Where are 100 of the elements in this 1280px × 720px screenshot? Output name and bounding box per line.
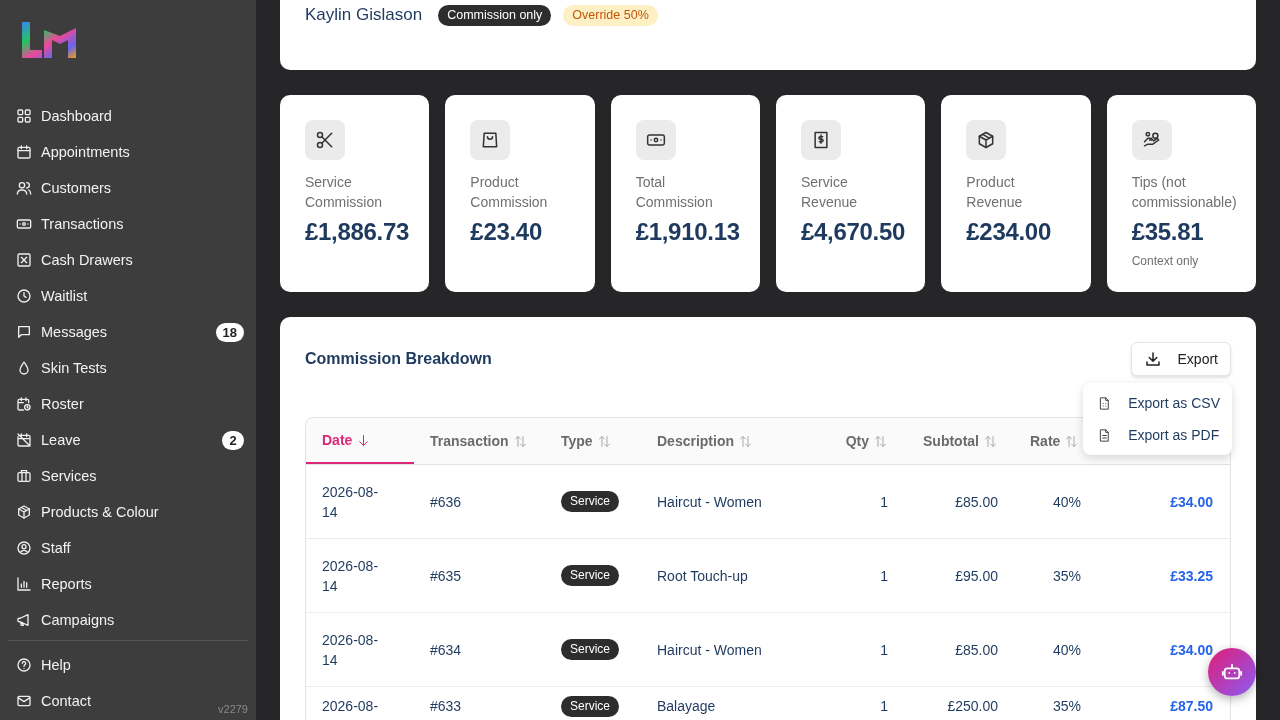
table-cell-text: 2026-08-14 xyxy=(322,630,380,670)
stat-value: £1,910.13 xyxy=(635,218,740,246)
bar-chart-icon xyxy=(16,576,32,592)
table-cell-text: 35% xyxy=(1052,697,1081,716)
nav-item[interactable]: Transactions xyxy=(8,206,248,242)
nav-item[interactable]: Dashboard xyxy=(8,98,248,134)
column-header[interactable]: Qty xyxy=(821,418,904,464)
table-cell-text: £85.00 xyxy=(955,492,998,512)
cross-box-icon xyxy=(16,252,32,268)
speech-bubble-icon xyxy=(16,324,32,340)
table-cell-text: #635 xyxy=(430,566,462,586)
person-circle-icon xyxy=(16,540,32,556)
briefcase-icon xyxy=(16,468,32,484)
clock-icon xyxy=(16,288,32,304)
table-cell-text: 1 xyxy=(880,492,888,512)
stat-value: £4,670.50 xyxy=(801,218,906,246)
nav-item[interactable]: Customers xyxy=(8,170,248,206)
stat-value: £35.81 xyxy=(1131,218,1204,246)
column-header[interactable]: Description xyxy=(641,418,821,464)
box-icon xyxy=(16,504,32,520)
table-cell-text: 2026-08- xyxy=(322,697,380,716)
nav-item[interactable]: Staff xyxy=(8,530,248,566)
help-icon xyxy=(16,657,32,673)
type-badge: Service xyxy=(561,565,619,586)
receipt-icon xyxy=(811,130,831,150)
staff-name: Kaylin Gislason xyxy=(305,5,423,25)
stat-value: £234.00 xyxy=(966,218,1051,246)
table-cell-text: #633 xyxy=(430,697,462,716)
grid-icon xyxy=(16,108,32,124)
count-badge: 2 xyxy=(222,430,244,450)
table-cell-text: Root Touch-up xyxy=(657,566,748,586)
megaphone-icon xyxy=(16,612,32,628)
download-icon xyxy=(1143,350,1162,368)
table-cell-text: 40% xyxy=(1052,640,1081,660)
table-cell-text: £95.00 xyxy=(955,566,998,586)
stat-value: £1,886.73 xyxy=(305,218,410,246)
nav-item[interactable]: Roster xyxy=(8,386,248,422)
table-cell-text: £250.00 xyxy=(947,697,998,716)
nav-item[interactable]: Waitlist xyxy=(8,278,248,314)
stat-label: Product Revenue xyxy=(966,173,1024,212)
calendar-clock-icon xyxy=(16,396,32,412)
column-header[interactable]: Subtotal xyxy=(904,418,1014,464)
table-cell-text: 1 xyxy=(880,566,888,586)
column-header[interactable]: Transaction xyxy=(414,418,545,464)
commission-amount: £34.00 xyxy=(1170,640,1213,660)
type-badge: Service xyxy=(561,491,619,512)
sort-icon xyxy=(983,433,998,449)
stat-label: Total Commission xyxy=(635,173,714,212)
stat-note: Context only xyxy=(1131,254,1199,268)
table-cell-text: Haircut - Women xyxy=(657,492,762,512)
tag: Override 50% xyxy=(563,5,658,26)
commission-amount: £34.00 xyxy=(1170,492,1213,512)
section-title: Commission Breakdown xyxy=(305,350,492,368)
stat-label: Product Commission xyxy=(470,173,549,212)
table-cell-text: £85.00 xyxy=(955,640,998,660)
calendar-icon xyxy=(16,144,32,160)
table-cell-text: Balayage xyxy=(657,697,716,716)
stat-label: Service Revenue xyxy=(801,173,859,212)
nav-item[interactable]: Reports xyxy=(8,566,248,602)
sort-icon xyxy=(512,433,528,449)
export-button[interactable]: Export xyxy=(1130,342,1231,376)
type-badge: Service xyxy=(561,639,619,660)
table-cell-text: 2026-08-14 xyxy=(322,482,380,522)
column-header[interactable]: Date xyxy=(306,418,414,464)
nav-item[interactable]: Leave 2 xyxy=(8,422,248,458)
mail-icon xyxy=(16,693,32,709)
tag: Commission only xyxy=(438,5,552,26)
version-label: v2279 xyxy=(218,703,248,715)
nav-item[interactable]: Campaigns xyxy=(8,602,248,638)
table-cell-text: #636 xyxy=(430,492,462,512)
table-cell-text: 40% xyxy=(1052,492,1081,512)
sort-icon xyxy=(873,433,888,449)
sort-icon xyxy=(596,433,612,449)
table-cell-text: 1 xyxy=(880,640,888,660)
count-badge: 18 xyxy=(215,322,244,342)
table-cell-text: #634 xyxy=(430,640,462,660)
commission-amount: £87.50 xyxy=(1170,697,1213,716)
stat-label: Service Commission xyxy=(305,173,383,212)
nav-item[interactable]: Messages 18 xyxy=(8,314,248,350)
sort-icon xyxy=(1064,433,1080,449)
logo xyxy=(22,22,76,58)
menu-item[interactable]: Export as CSV xyxy=(1083,387,1232,419)
column-header[interactable]: Type xyxy=(545,418,641,464)
commission-amount: £33.25 xyxy=(1170,566,1213,586)
nav-item[interactable]: Help xyxy=(8,647,83,683)
nav-item[interactable]: Appointments xyxy=(8,134,248,170)
nav-item[interactable]: Products & Colour xyxy=(8,494,248,530)
table-cell-text: 35% xyxy=(1052,566,1081,586)
drop-icon xyxy=(16,360,32,376)
calendar-off-icon xyxy=(16,432,32,448)
nav-item[interactable]: Contact xyxy=(8,683,103,719)
hand-coin-icon xyxy=(1141,130,1162,150)
sort-icon xyxy=(738,433,753,449)
nav-item[interactable]: Skin Tests xyxy=(8,350,248,386)
nav-item[interactable]: Cash Drawers xyxy=(8,242,248,278)
table-cell-text: 1 xyxy=(880,697,888,716)
scissors-icon xyxy=(315,130,335,150)
nav-item[interactable]: Services xyxy=(8,458,248,494)
stat-label: Tips (not commissionable) xyxy=(1131,173,1238,212)
type-badge: Service xyxy=(561,696,619,717)
